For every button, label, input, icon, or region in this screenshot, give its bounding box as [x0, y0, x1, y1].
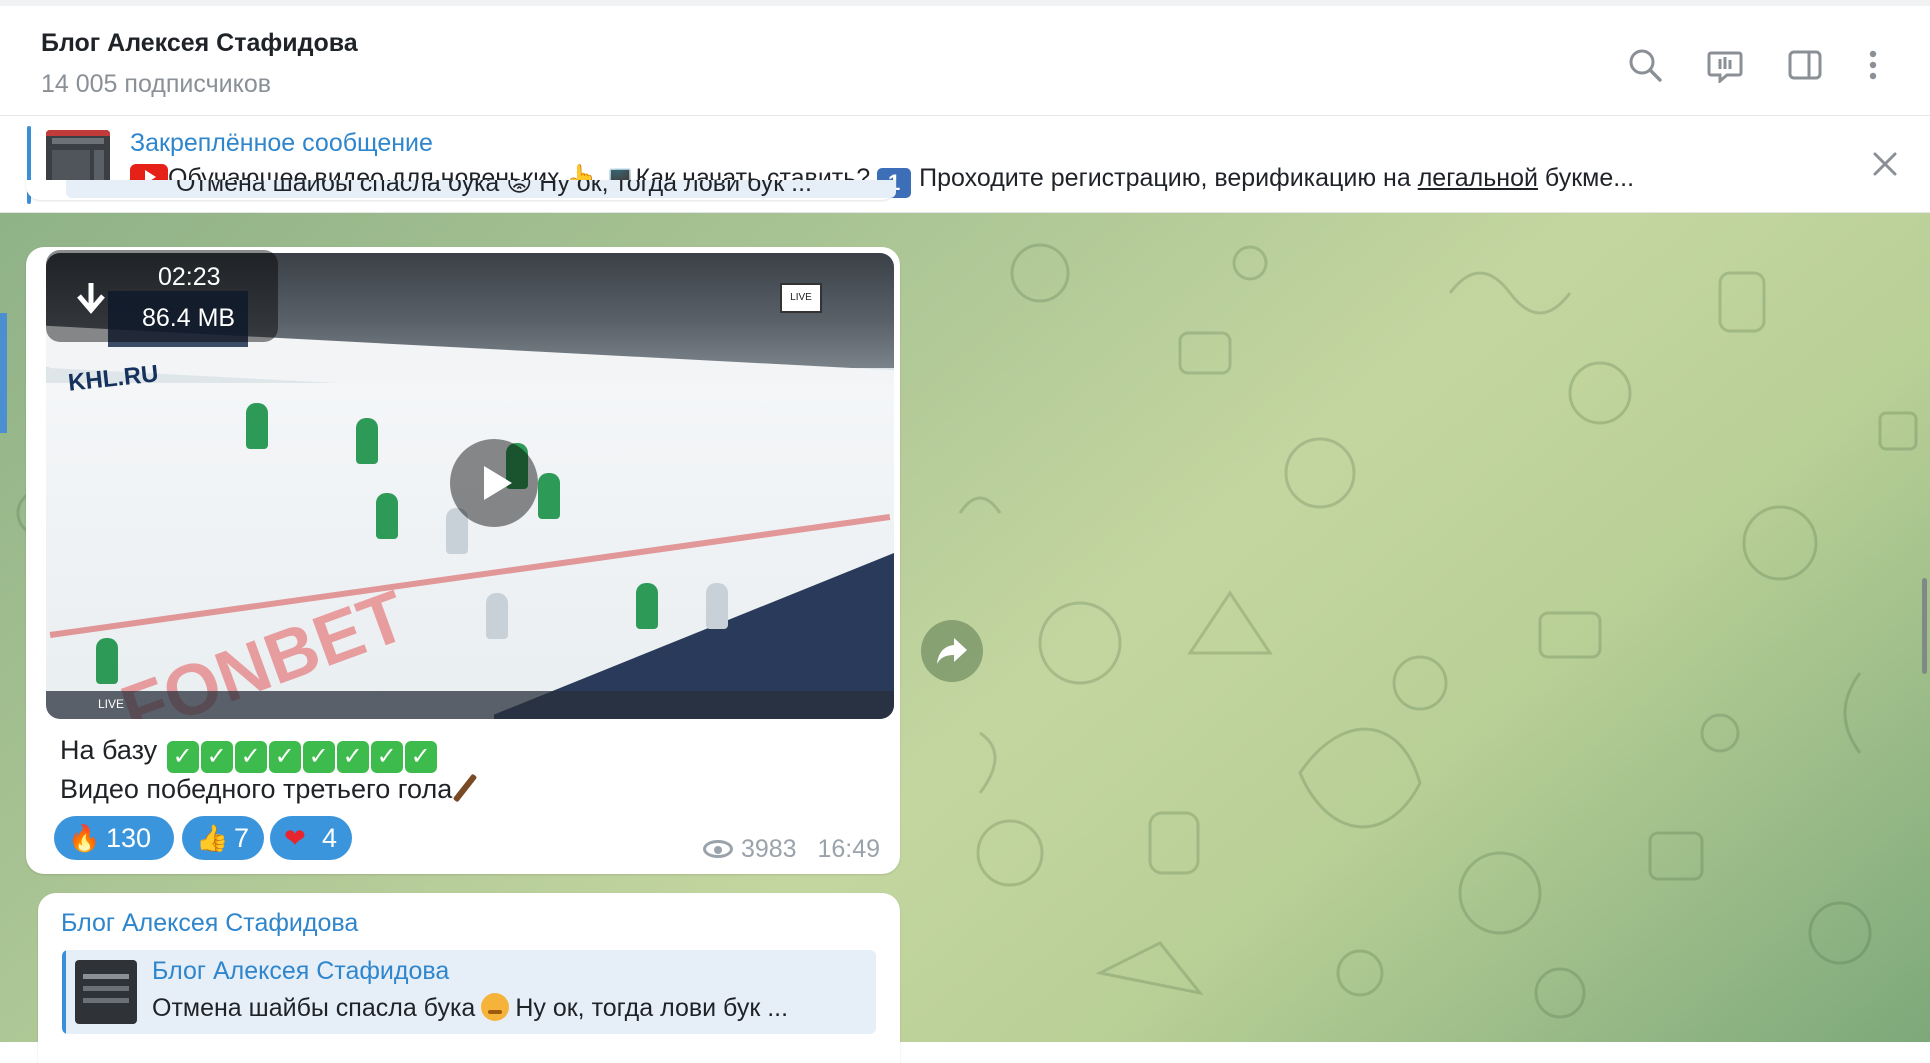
pinned-label: Закреплённое сообщение: [130, 129, 433, 157]
check-emoji-icon: ✓: [302, 741, 335, 773]
quote-text: Отмена шайбы спасла бука Ну ок, тогда лов…: [152, 993, 789, 1022]
sender-name[interactable]: Блог Алексея Стафидова: [61, 909, 358, 938]
reply-message-bubble[interactable]: Блог Алексея Стафидова Блог Алексея Стаф…: [38, 893, 900, 1063]
reaction-count: 130: [106, 823, 152, 853]
left-edge-indicator: [0, 313, 7, 433]
quote-author: Блог Алексея Стафидова: [152, 957, 450, 985]
reaction-heart[interactable]: ❤ 4: [270, 816, 352, 860]
player: [486, 593, 508, 639]
player: [246, 403, 268, 449]
check-emoji-icon: ✓: [200, 741, 233, 773]
message-time: 16:49: [817, 835, 880, 863]
reaction-count: 7: [234, 823, 250, 853]
close-pinned-icon[interactable]: [1870, 149, 1900, 179]
previous-message-bubble[interactable]: Отмена шайбы спасла бука 😡 Ну ок, тогда …: [26, 180, 896, 200]
search-icon[interactable]: [1622, 42, 1668, 88]
message-meta: 3983 16:49: [702, 835, 880, 864]
quoted-reply[interactable]: Блог Алексея Стафидова Отмена шайбы спас…: [62, 950, 876, 1034]
video-control-bar[interactable]: LIVE: [46, 691, 894, 719]
download-badge[interactable]: 02:23 86.4 MB: [46, 250, 278, 342]
player: [376, 493, 398, 539]
more-icon[interactable]: [1850, 42, 1896, 88]
views-eye-icon: [702, 840, 733, 858]
reaction-fire[interactable]: 🔥 130: [54, 816, 174, 860]
channel-title[interactable]: Блог Алексея Стафидова: [41, 29, 358, 58]
player: [636, 583, 658, 629]
message-text-line1: На базу ✓ ✓ ✓ ✓ ✓ ✓ ✓ ✓: [60, 735, 437, 773]
player: [706, 583, 728, 629]
check-emoji-icon: ✓: [234, 741, 267, 773]
forward-button[interactable]: [921, 620, 983, 682]
chat-header: Блог Алексея Стафидова 14 005 подписчико…: [0, 0, 1930, 115]
sidebar-toggle-icon[interactable]: [1782, 42, 1828, 88]
video-file-size: 86.4 MB: [142, 304, 236, 332]
hockey-stick-icon: [453, 773, 478, 803]
view-count: 3983: [740, 835, 797, 863]
check-emoji-icon: ✓: [404, 741, 437, 773]
play-button[interactable]: [450, 439, 538, 527]
video-duration: 02:23: [158, 263, 221, 291]
check-emoji-icon: ✓: [166, 741, 199, 773]
player: [356, 418, 378, 464]
reaction-count: 4: [322, 823, 338, 853]
subscriber-count: 14 005 подписчиков: [41, 70, 272, 98]
player: [96, 638, 118, 684]
player: [538, 473, 560, 519]
message-text-line2: Видео победного третьего гола: [60, 772, 478, 805]
video-live-tag: LIVE: [780, 283, 822, 313]
check-emoji-icon: ✓: [268, 741, 301, 773]
download-icon[interactable]: [74, 280, 108, 316]
previous-reply-text: Отмена шайбы спасла бука 😡 Ну ок, тогда …: [176, 180, 812, 197]
fire-icon: 🔥: [68, 823, 101, 853]
check-emoji-icon: ✓: [336, 741, 369, 773]
quote-thumbnail: [75, 960, 137, 1024]
previous-reply-stub[interactable]: Отмена шайбы спасла бука 😡 Ну ок, тогда …: [66, 180, 896, 198]
forward-arrow-icon: [937, 638, 967, 664]
legal-link[interactable]: легальной: [1418, 164, 1538, 192]
video-message-bubble[interactable]: KHL.RU FONBET LIVE LIVE 02:23 86.4 MB На…: [26, 247, 900, 874]
quote-accent-bar: [62, 950, 66, 1034]
check-emoji-icon: ✓: [370, 741, 403, 773]
discussion-icon[interactable]: [1702, 42, 1748, 88]
thumbs-up-icon: 👍: [196, 823, 229, 853]
angry-face-icon: [481, 993, 510, 1021]
heart-icon: ❤: [284, 823, 306, 853]
reaction-thumbs-up[interactable]: 👍 7: [182, 816, 264, 860]
scrollbar-thumb[interactable]: [1922, 578, 1927, 674]
